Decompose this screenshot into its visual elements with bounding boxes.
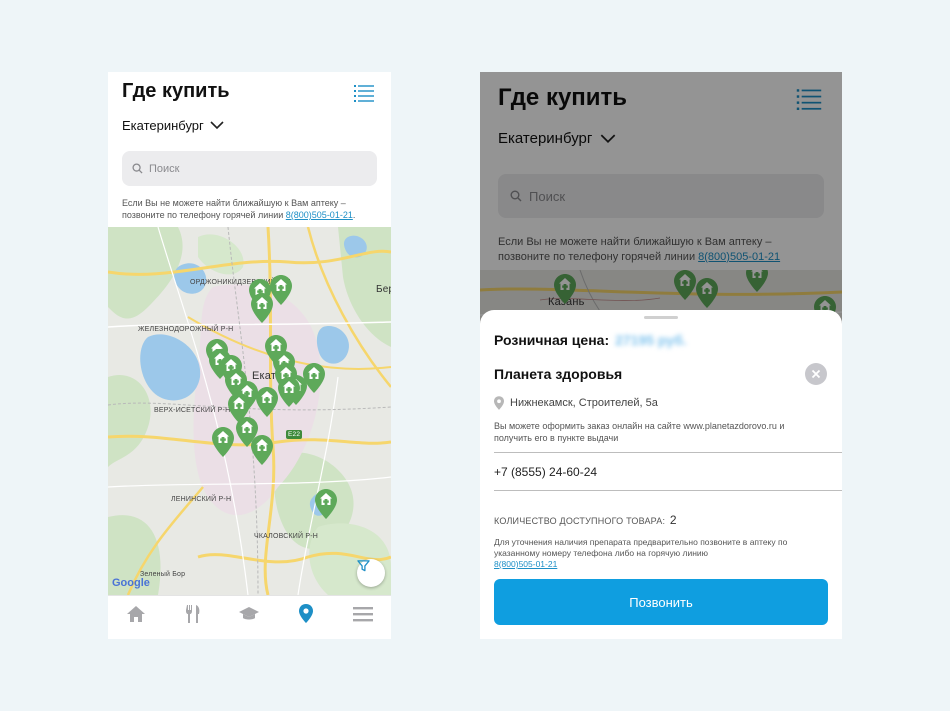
- location-pin-icon: [299, 604, 314, 623]
- map-label: ЧКАЛОВСКИЙ Р-Н: [254, 533, 319, 540]
- nav-food[interactable]: [178, 599, 208, 629]
- map-label: ЖЕЛЕЗНОДОРОЖНЫЙ Р-Н: [138, 326, 234, 333]
- map-label: Бер: [376, 284, 391, 295]
- availability-note: Для уточнения наличия препарата предвари…: [494, 537, 814, 570]
- fork-knife-icon: [185, 604, 200, 623]
- city-name: Екатеринбург: [122, 118, 204, 133]
- order-note: Вы можете оформить заказ онлайн на сайте…: [494, 421, 785, 443]
- map-label: ЛЕНИНСКИЙ Р-Н: [171, 496, 232, 503]
- qty-label: КОЛИЧЕСТВО ДОСТУПНОГО ТОВАРА:: [494, 516, 666, 526]
- pharmacy-phone[interactable]: +7 (8555) 24-60-24: [494, 465, 597, 479]
- filter-button[interactable]: [357, 559, 385, 587]
- call-button[interactable]: Позвонить: [494, 579, 828, 625]
- price-value: 27195 руб.: [615, 332, 687, 348]
- chevron-down-icon: [210, 121, 224, 130]
- pharmacy-map-pin[interactable]: [278, 377, 300, 407]
- graduation-cap-icon: [239, 606, 260, 619]
- close-button[interactable]: [805, 363, 827, 385]
- home-icon: [127, 605, 146, 622]
- map-label: ВЕРХ-ИСЕТСКИЙ Р-Н: [154, 407, 231, 414]
- address-text: Нижнекамск, Строителей, 5а: [510, 397, 658, 409]
- pharmacy-address: Нижнекамск, Строителей, 5а: [494, 396, 658, 410]
- nav-home[interactable]: [121, 599, 151, 629]
- pharmacy-map-pin[interactable]: [315, 489, 337, 519]
- nav-where-to-buy[interactable]: [291, 599, 321, 629]
- menu-icon: [352, 606, 373, 621]
- location-pin-icon: [494, 396, 504, 410]
- pharmacy-map-pin[interactable]: [270, 275, 292, 305]
- pharmacy-bottom-sheet: Розничная цена: 27195 руб. Планета здоро…: [480, 310, 842, 639]
- list-view-icon[interactable]: [354, 84, 374, 102]
- retail-price: Розничная цена: 27195 руб.: [494, 332, 687, 348]
- divider: [494, 490, 842, 491]
- pharmacy-map-pin[interactable]: [303, 363, 325, 393]
- qty-value: 2: [669, 513, 677, 527]
- pharmacy-name: Планета здоровья: [494, 366, 623, 382]
- sheet-drag-handle[interactable]: [644, 316, 678, 319]
- bottom-nav: [108, 595, 391, 631]
- nav-education[interactable]: [234, 599, 264, 629]
- map-view[interactable]: ОРДЖОНИКИДЗЕВСКИЙ Р-Н ЖЕЛЕЗНОДОРОЖНЫЙ Р-…: [108, 227, 391, 595]
- city-selector[interactable]: Екатеринбург: [122, 118, 224, 133]
- availability-hotline-link[interactable]: 8(800)505-01-21: [494, 559, 557, 569]
- filter-icon: [357, 560, 370, 572]
- pharmacy-map-pin[interactable]: [212, 427, 234, 457]
- pharmacy-map-pin[interactable]: [251, 435, 273, 465]
- divider: [494, 452, 842, 453]
- search-input[interactable]: [149, 162, 349, 175]
- phone-screen-pharmacy-details: Где купить Екатеринбург Поиск Если Вы не…: [480, 72, 842, 639]
- search-box[interactable]: [122, 151, 377, 186]
- page-title: Где купить: [122, 80, 230, 102]
- google-logo: Google: [112, 577, 150, 589]
- available-quantity: КОЛИЧЕСТВО ДОСТУПНОГО ТОВАРА: 2: [494, 513, 677, 527]
- price-label: Розничная цена:: [494, 332, 610, 348]
- hotline-hint: Если Вы не можете найти ближайшую к Вам …: [122, 198, 356, 220]
- road-badge: E22: [286, 430, 303, 439]
- pharmacy-map-pin[interactable]: [256, 387, 278, 417]
- close-icon: [811, 369, 821, 379]
- pharmacy-map-pin[interactable]: [251, 293, 273, 323]
- phone-screen-map: Где купить Екатеринбург Если Вы не может…: [108, 72, 391, 639]
- availability-text: Для уточнения наличия препарата предвари…: [494, 537, 788, 558]
- nav-menu[interactable]: [348, 599, 378, 629]
- search-icon: [132, 163, 143, 174]
- hotline-link[interactable]: 8(800)505-01-21: [286, 210, 353, 220]
